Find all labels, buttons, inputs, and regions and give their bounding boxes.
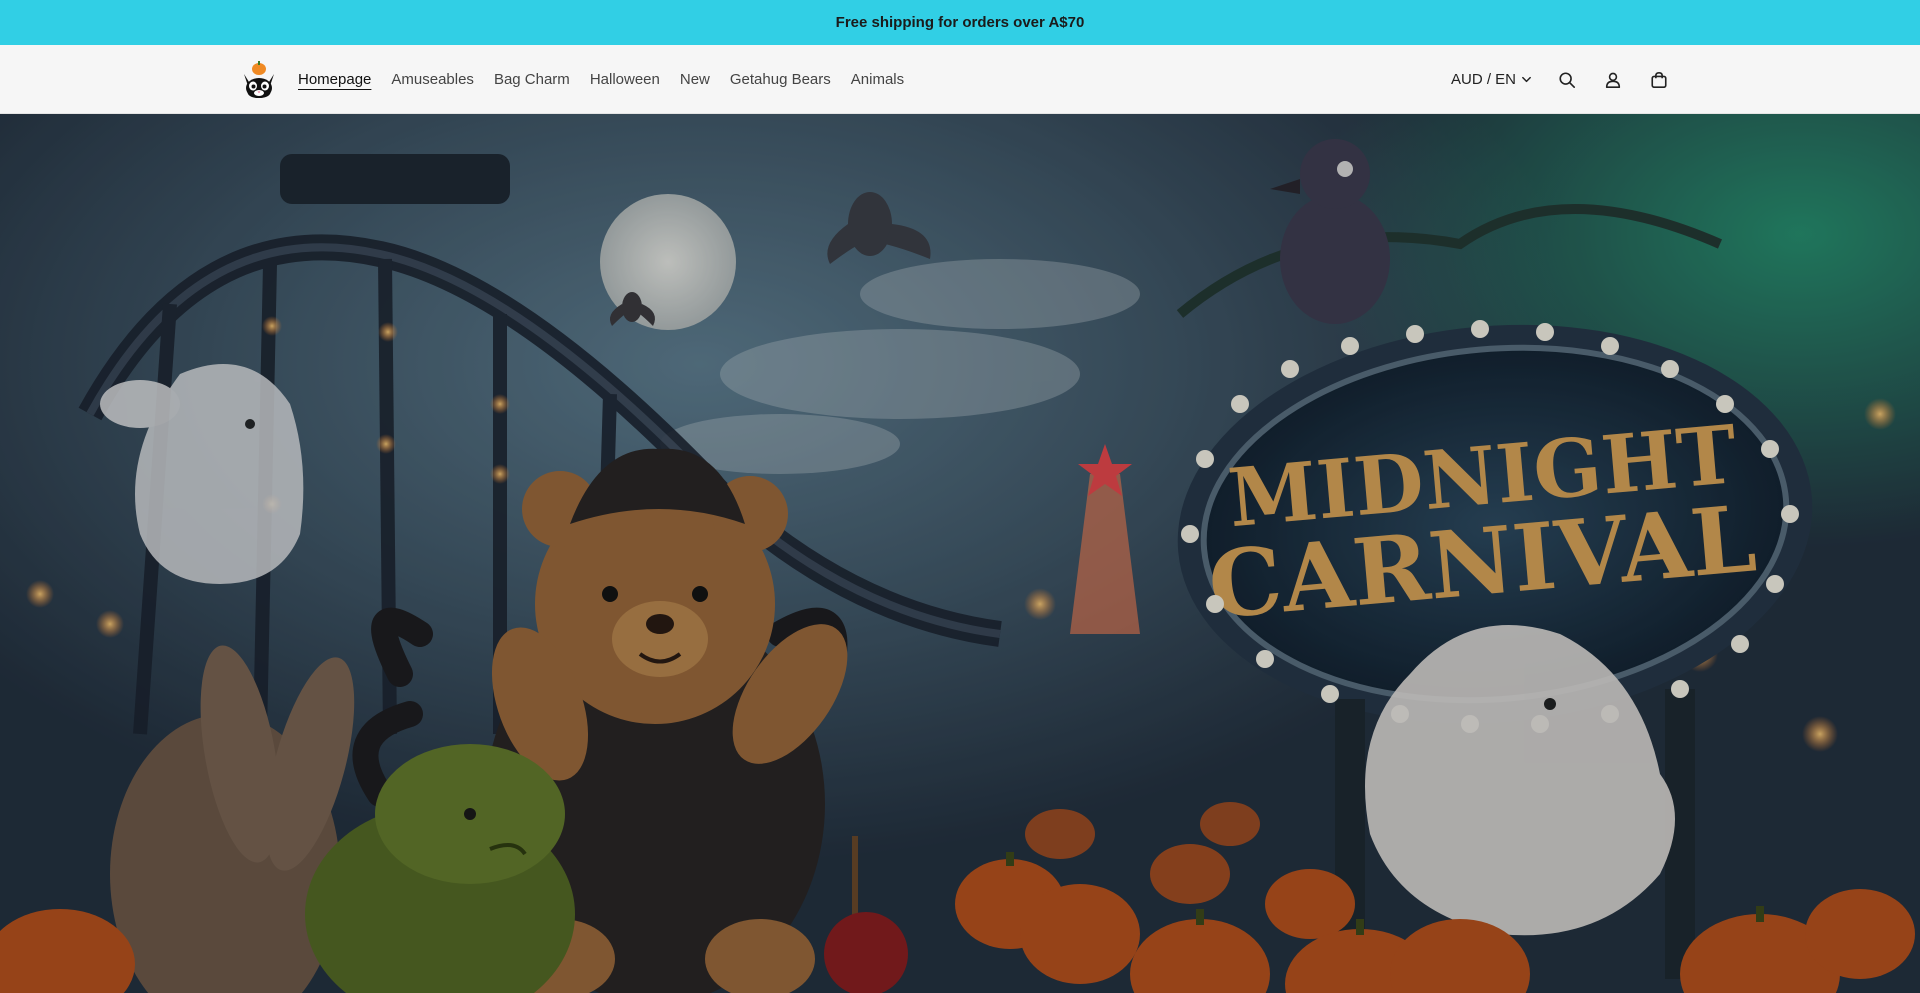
nav-link-bag-charm[interactable]: Bag Charm — [494, 71, 570, 88]
hero-banner[interactable]: MIDNIGHT CARNIVAL — [0, 114, 1920, 993]
locale-label: AUD / EN — [1450, 71, 1516, 88]
account-icon — [1605, 72, 1621, 88]
nav-item-animals: Animals — [851, 71, 904, 88]
locale-selector[interactable]: AUD / EN — [1451, 71, 1532, 88]
cat-pumpkin-logo-icon — [244, 61, 274, 98]
chevron-down-icon — [1522, 76, 1531, 83]
announcement-bar: Free shipping for orders over A$70 — [0, 0, 1920, 45]
cart-button[interactable] — [1648, 69, 1670, 91]
nav-link-halloween[interactable]: Halloween — [590, 71, 660, 88]
main-nav: Homepage Amuseables Bag Charm Halloween … — [298, 45, 904, 114]
search-button[interactable] — [1556, 69, 1578, 91]
header-actions: AUD / EN — [1451, 45, 1670, 114]
nav-item-getahug-bears: Getahug Bears — [730, 71, 831, 88]
nav-link-amuseables[interactable]: Amuseables — [391, 71, 474, 88]
nav-item-new: New — [680, 71, 710, 88]
search-icon — [1559, 71, 1576, 88]
nav-item-homepage: Homepage — [298, 71, 371, 88]
nav-link-animals[interactable]: Animals — [851, 71, 904, 88]
nav-link-homepage[interactable]: Homepage — [298, 71, 371, 88]
nav-link-new[interactable]: New — [680, 71, 710, 88]
site-header: Homepage Amuseables Bag Charm Halloween … — [0, 45, 1920, 114]
logo-link[interactable] — [240, 60, 278, 100]
nav-link-getahug-bears[interactable]: Getahug Bears — [730, 71, 831, 88]
hero-dim-overlay — [0, 114, 1920, 993]
cart-icon — [1651, 71, 1667, 88]
nav-item-bag-charm: Bag Charm — [494, 71, 570, 88]
nav-item-amuseables: Amuseables — [391, 71, 474, 88]
account-button[interactable] — [1602, 69, 1624, 91]
nav-item-halloween: Halloween — [590, 71, 660, 88]
announcement-text: Free shipping for orders over A$70 — [835, 14, 1085, 31]
